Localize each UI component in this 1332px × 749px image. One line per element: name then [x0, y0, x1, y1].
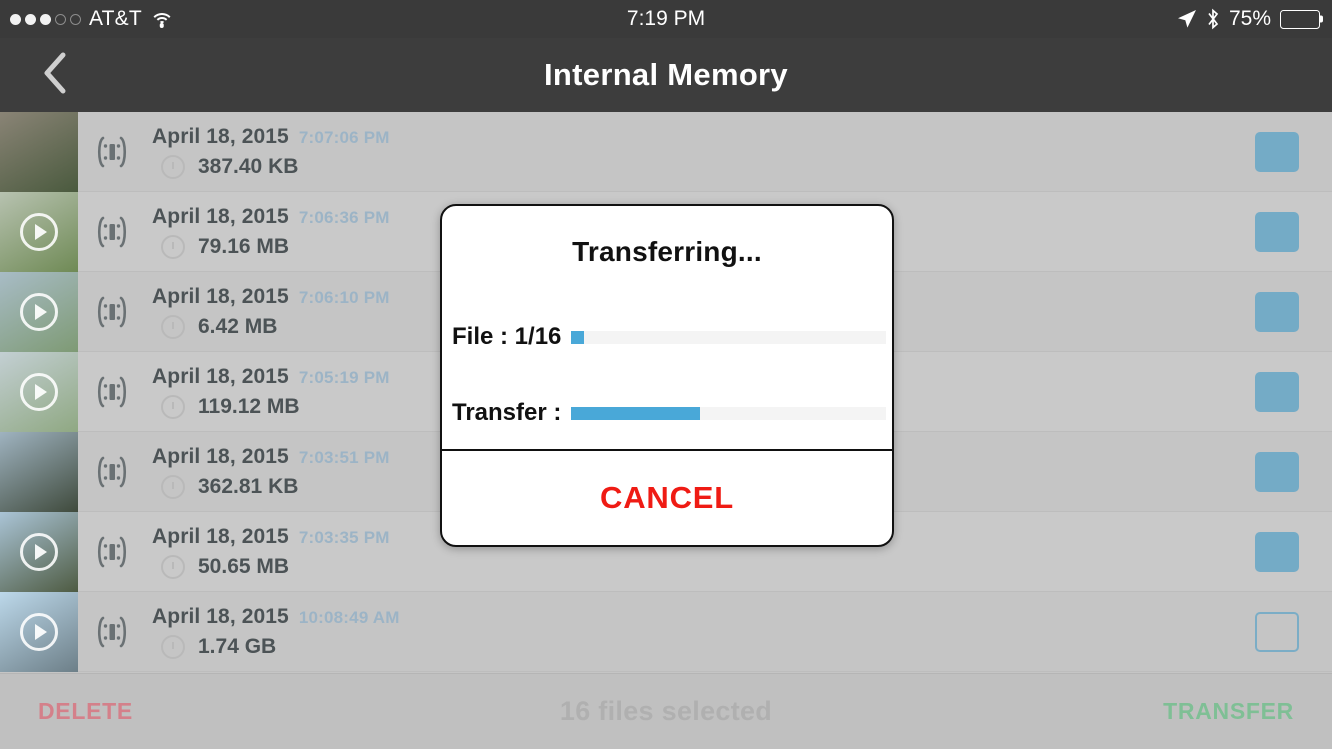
file-date-label: April 18, 2015: [152, 204, 289, 228]
file-size-label: 1.74 GB: [198, 634, 277, 658]
thumbnail[interactable]: [0, 511, 78, 592]
chevron-left-icon: [42, 52, 68, 99]
file-size-label: 79.16 MB: [198, 234, 290, 258]
row-checkbox-cell[interactable]: [1222, 451, 1332, 492]
checkbox-icon[interactable]: [1255, 451, 1299, 492]
file-date-label: April 18, 2015: [152, 364, 289, 388]
row-checkbox-cell[interactable]: [1222, 211, 1332, 252]
file-time-label: 7:06:10 PM: [298, 287, 390, 307]
thumbnail[interactable]: [0, 191, 78, 272]
file-date-label: April 18, 2015: [152, 124, 289, 148]
file-progress-bar: [571, 330, 886, 344]
thumbnail-image: [0, 111, 78, 192]
bottom-toolbar: DELETE 16 files selected TRANSFER: [0, 673, 1332, 749]
back-button[interactable]: [30, 50, 80, 100]
row-date-line: April 18, 2015 10:08:49 AM: [152, 605, 1222, 629]
media-bracket-icon: [78, 135, 146, 169]
clock-icon: [161, 154, 185, 179]
file-progress-row: File : 1/16: [442, 323, 892, 351]
battery-icon: [1280, 9, 1323, 29]
file-time-label: 7:03:35 PM: [298, 527, 390, 547]
page-title: Internal Memory: [544, 57, 788, 92]
row-checkbox-cell[interactable]: [1222, 131, 1332, 172]
clock-icon: [161, 554, 185, 579]
file-progress-label: File : 1/16: [452, 323, 562, 350]
file-date-label: April 18, 2015: [152, 524, 289, 548]
play-circle-icon: [20, 612, 58, 651]
row-checkbox-cell[interactable]: [1222, 611, 1332, 652]
thumbnail[interactable]: [0, 431, 78, 512]
screen-root: AT&T 7:19 PM 75% Internal Memory April 1…: [0, 0, 1332, 749]
transfer-progress-fill: [571, 406, 701, 420]
file-date-label: April 18, 2015: [152, 604, 289, 628]
row-meta: April 18, 2015 10:08:49 AM 1.74 GB: [146, 605, 1222, 659]
clock-icon: [161, 234, 185, 259]
row-meta: April 18, 2015 7:07:06 PM 387.40 KB: [146, 125, 1222, 179]
transfer-progress-dialog: Transferring... File : 1/16 Transfer : C…: [440, 204, 894, 547]
thumbnail[interactable]: [0, 111, 78, 192]
file-size-label: 50.65 MB: [198, 554, 290, 578]
thumbnail[interactable]: [0, 271, 78, 352]
file-progress-fill: [571, 330, 584, 344]
table-row[interactable]: April 18, 2015 10:08:49 AM 1.74 GB: [0, 591, 1332, 672]
checkbox-icon[interactable]: [1255, 131, 1299, 172]
table-row[interactable]: April 18, 2015 7:07:06 PM 387.40 KB: [0, 111, 1332, 192]
file-size-label: 387.40 KB: [198, 154, 299, 178]
row-date-line: April 18, 2015 7:07:06 PM: [152, 125, 1222, 149]
status-bar: AT&T 7:19 PM 75%: [0, 0, 1332, 38]
file-time-label: 7:03:51 PM: [298, 447, 390, 467]
clock-icon: [161, 634, 185, 659]
clock-icon: [161, 474, 185, 499]
checkbox-icon[interactable]: [1255, 531, 1299, 572]
row-checkbox-cell[interactable]: [1222, 291, 1332, 332]
row-checkbox-cell[interactable]: [1222, 371, 1332, 412]
media-bracket-icon: [78, 295, 146, 329]
file-date-label: April 18, 2015: [152, 284, 289, 308]
file-size-label: 362.81 KB: [198, 474, 299, 498]
dialog-title: Transferring...: [572, 236, 762, 267]
media-bracket-icon: [78, 615, 146, 649]
row-size-line: 387.40 KB: [152, 154, 1222, 179]
transfer-progress-label: Transfer :: [452, 399, 562, 426]
clock-icon: [161, 394, 185, 419]
row-checkbox-cell[interactable]: [1222, 531, 1332, 572]
file-time-label: 7:05:19 PM: [298, 367, 390, 387]
checkbox-icon[interactable]: [1255, 291, 1299, 332]
status-bar-clock: 7:19 PM: [626, 7, 706, 30]
media-bracket-icon: [78, 535, 146, 569]
file-size-label: 119.12 MB: [198, 394, 300, 418]
media-bracket-icon: [78, 215, 146, 249]
transfer-progress-bar: [571, 406, 886, 420]
thumbnail[interactable]: [0, 591, 78, 672]
row-size-line: 50.65 MB: [152, 554, 1222, 579]
navigation-bar: Internal Memory: [0, 38, 1332, 112]
file-date-label: April 18, 2015: [152, 444, 289, 468]
play-circle-icon: [20, 532, 58, 571]
cancel-button-label: CANCEL: [600, 480, 734, 515]
transfer-progress-row: Transfer :: [442, 399, 892, 427]
thumbnail-image: [0, 431, 78, 512]
file-time-label: 10:08:49 AM: [298, 607, 400, 627]
play-circle-icon: [20, 212, 58, 251]
play-circle-icon: [20, 372, 58, 411]
media-bracket-icon: [78, 455, 146, 489]
cancel-button[interactable]: CANCEL: [442, 451, 892, 545]
media-bracket-icon: [78, 375, 146, 409]
row-size-line: 1.74 GB: [152, 634, 1222, 659]
file-size-label: 6.42 MB: [198, 314, 278, 338]
checkbox-icon[interactable]: [1255, 611, 1299, 652]
thumbnail[interactable]: [0, 351, 78, 432]
clock-icon: [161, 314, 185, 339]
file-time-label: 7:06:36 PM: [298, 207, 390, 227]
file-time-label: 7:07:06 PM: [298, 127, 390, 147]
checkbox-icon[interactable]: [1255, 211, 1299, 252]
play-circle-icon: [20, 292, 58, 331]
selection-count-label: 16 files selected: [559, 696, 773, 726]
transfer-button[interactable]: TRANSFER: [1163, 698, 1294, 725]
checkbox-icon[interactable]: [1255, 371, 1299, 412]
